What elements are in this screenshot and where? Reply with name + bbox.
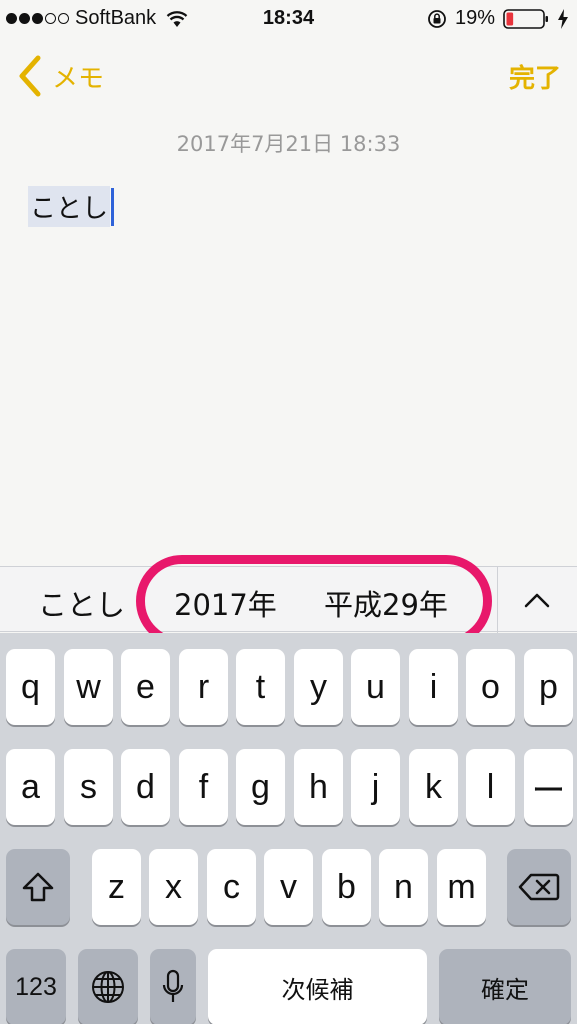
- key[interactable]: z: [92, 849, 141, 925]
- note-date: 2017年7月21日 18:33: [176, 132, 401, 156]
- key[interactable]: l: [466, 749, 515, 825]
- key[interactable]: g: [236, 749, 285, 825]
- key[interactable]: n: [379, 849, 428, 925]
- chevron-up-icon[interactable]: [522, 587, 552, 613]
- key[interactable]: f: [179, 749, 228, 825]
- key[interactable]: ー: [524, 749, 573, 825]
- delete-icon: [518, 873, 560, 901]
- key[interactable]: q: [6, 649, 55, 725]
- key[interactable]: j: [351, 749, 400, 825]
- status-bar: SoftBank 18:34 19%: [0, 0, 577, 40]
- shift-icon: [22, 872, 54, 902]
- keyboard: q w e r t y u i o p a s d f g h j k l ー …: [0, 633, 577, 1024]
- text-caret: [111, 187, 115, 226]
- status-right: 19%: [427, 7, 569, 30]
- return-key[interactable]: 確定: [439, 949, 571, 1024]
- key[interactable]: b: [322, 849, 371, 925]
- shift-key[interactable]: [6, 849, 70, 925]
- charging-bolt-icon: [558, 8, 568, 29]
- candidate-divider: [497, 567, 498, 633]
- key[interactable]: i: [409, 649, 458, 725]
- key[interactable]: m: [437, 849, 486, 925]
- note-text[interactable]: ことし: [28, 186, 111, 227]
- key[interactable]: x: [149, 849, 198, 925]
- key[interactable]: y: [294, 649, 343, 725]
- done-button[interactable]: 完了: [509, 58, 561, 95]
- key[interactable]: w: [64, 649, 113, 725]
- key[interactable]: s: [64, 749, 113, 825]
- battery-percent: 19%: [454, 7, 495, 29]
- globe-key[interactable]: [78, 949, 138, 1024]
- microphone-key[interactable]: [150, 949, 196, 1024]
- key[interactable]: o: [466, 649, 515, 725]
- battery-icon: [503, 8, 548, 29]
- back-label: メモ: [52, 63, 105, 94]
- key[interactable]: r: [179, 649, 228, 725]
- delete-key[interactable]: [507, 849, 571, 925]
- key[interactable]: h: [294, 749, 343, 825]
- key[interactable]: e: [121, 649, 170, 725]
- key[interactable]: u: [351, 649, 400, 725]
- orientation-lock-icon: [428, 9, 446, 28]
- key[interactable]: a: [6, 749, 55, 825]
- microphone-icon: [162, 969, 184, 1002]
- key[interactable]: p: [524, 649, 573, 725]
- key[interactable]: v: [264, 849, 313, 925]
- note-body[interactable]: ことし: [28, 186, 115, 227]
- back-button[interactable]: メモ: [14, 54, 104, 98]
- space-key[interactable]: 次候補: [208, 949, 427, 1024]
- globe-icon: [92, 971, 124, 1003]
- key[interactable]: k: [409, 749, 458, 825]
- numbers-key[interactable]: 123: [6, 949, 66, 1024]
- chevron-left-icon: [19, 55, 41, 97]
- key[interactable]: t: [236, 649, 285, 725]
- candidate-item[interactable]: ことし: [38, 582, 125, 624]
- key[interactable]: c: [207, 849, 256, 925]
- key[interactable]: d: [121, 749, 170, 825]
